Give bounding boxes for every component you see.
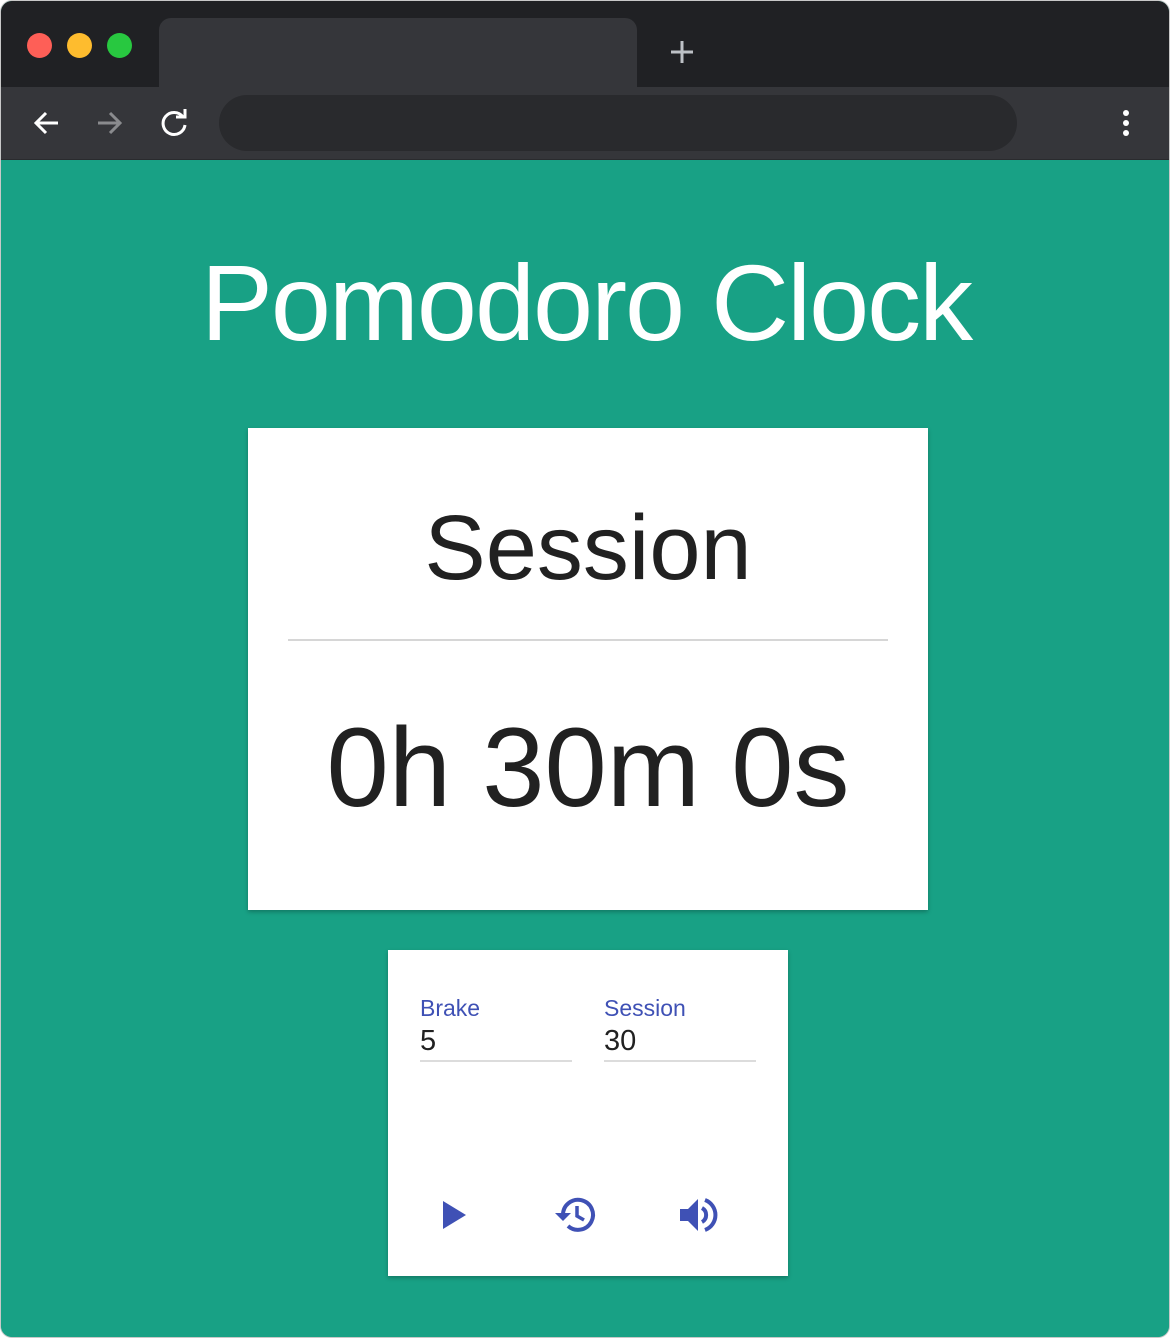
session-label: Session (604, 995, 686, 1021)
play-button[interactable] (426, 1187, 482, 1243)
maximize-window-button[interactable] (107, 33, 132, 58)
new-tab-button[interactable] (661, 31, 703, 73)
back-button[interactable] (26, 103, 66, 143)
brake-input[interactable] (420, 1022, 572, 1062)
time-display: 0h 30m 0s (326, 705, 850, 830)
settings-card: Brake Session (388, 950, 788, 1276)
arrow-left-icon (33, 111, 58, 135)
more-vertical-icon (1123, 110, 1129, 136)
history-icon (555, 1197, 595, 1232)
arrow-right-icon (98, 111, 123, 135)
brake-field: Brake (420, 994, 572, 1080)
browser-tab-active[interactable] (159, 18, 637, 87)
reload-icon (161, 109, 187, 136)
session-input[interactable] (604, 1022, 756, 1062)
address-bar[interactable] (219, 95, 1017, 151)
play-icon (443, 1201, 466, 1229)
session-field: Session (604, 994, 756, 1080)
browser-window: Pomodoro Clock Session 0h 30m 0s Brake S… (0, 0, 1170, 1338)
minimize-window-button[interactable] (67, 33, 92, 58)
sound-button[interactable] (670, 1187, 726, 1243)
mode-label: Session (424, 497, 752, 599)
plus-icon (671, 41, 693, 63)
close-window-button[interactable] (27, 33, 52, 58)
forward-button[interactable] (90, 103, 130, 143)
brake-label: Brake (420, 995, 481, 1021)
page-title: Pomodoro Clock (200, 242, 973, 363)
tab-strip (1, 1, 1169, 87)
reload-button[interactable] (154, 103, 194, 143)
browser-toolbar (1, 87, 1169, 160)
divider (288, 639, 888, 641)
volume-icon (680, 1198, 718, 1232)
page-content: Pomodoro Clock Session 0h 30m 0s Brake S… (1, 161, 1169, 1337)
clock-card: Session 0h 30m 0s (248, 428, 928, 910)
browser-menu-button[interactable] (1106, 103, 1146, 143)
reset-button[interactable] (546, 1187, 602, 1243)
